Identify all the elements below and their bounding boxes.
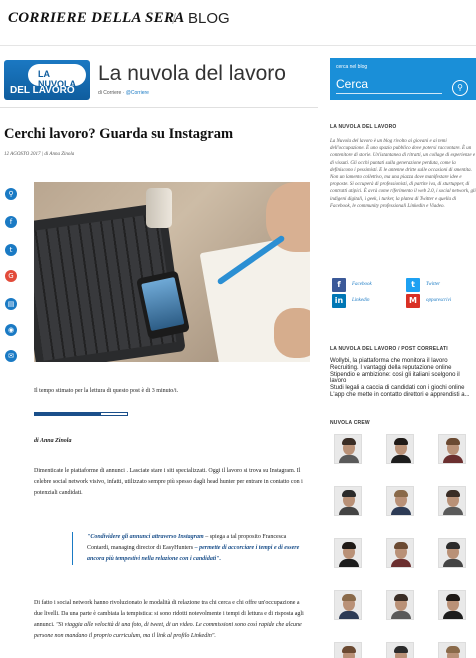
social-links-row-2: in Linkedin M oppurescrivi	[330, 292, 476, 312]
breadcrumb-separator: /	[172, 11, 177, 28]
linkedin-link[interactable]: Linkedin	[352, 298, 370, 303]
avatar-hair	[342, 438, 356, 445]
avatar-hair	[394, 542, 408, 549]
search-icon[interactable]: ⚲	[452, 80, 468, 96]
hand-illustration-2	[274, 308, 310, 358]
twitter-icon[interactable]: t	[406, 278, 420, 292]
crew-avatar[interactable]	[386, 642, 414, 658]
reading-progress-bar	[34, 412, 128, 416]
crew-avatar[interactable]	[438, 486, 466, 516]
blog-search: cerca nel blog ⚲	[330, 58, 476, 100]
article-paragraph-1: Dimenticate le piattaforme di annunci . …	[34, 468, 303, 496]
smartphone-screen	[141, 277, 185, 332]
article-paragraph-2: Di fatto i social network hanno rivoluzi…	[34, 598, 306, 642]
article-quote: "Condividere gli annunci attraverso Inst…	[72, 532, 308, 565]
crew-avatar[interactable]	[438, 642, 466, 658]
avatar-hair	[342, 542, 356, 549]
email-icon[interactable]: M	[406, 294, 420, 308]
crew-avatar[interactable]	[334, 590, 362, 620]
crew-avatar[interactable]	[334, 538, 362, 568]
post-meta: 12 AGOSTO 2017 | di Anna Zinola	[4, 152, 75, 157]
avatar-hair	[446, 646, 460, 653]
reading-time-note: Il tempo stimato per la lettura di quest…	[34, 388, 179, 394]
crew-avatar[interactable]	[438, 538, 466, 568]
related-post-link[interactable]: Wollybi, la piattaforma che monitora il …	[330, 358, 476, 365]
section-link-blog[interactable]: BLOG	[188, 10, 230, 27]
avatar-hair	[342, 490, 356, 497]
avatar-hair	[394, 646, 408, 653]
crew-avatar[interactable]	[334, 642, 362, 658]
related-post-link[interactable]: L'app che mette in contatto direttori e …	[330, 392, 476, 399]
print-icon[interactable]: ▤	[5, 298, 17, 310]
facebook-icon[interactable]: f	[5, 216, 17, 228]
logo-text-line2: DEL LAVORO	[10, 85, 75, 96]
avatar-body	[339, 507, 359, 515]
crew-avatar[interactable]	[438, 590, 466, 620]
avatar-body	[391, 611, 411, 619]
search-input[interactable]	[336, 74, 442, 94]
related-posts-heading: LA NUVOLA DEL LAVORO / POST CORRELATI	[330, 346, 448, 352]
search-label: cerca nel blog	[336, 64, 368, 70]
email-link[interactable]: oppurescrivi	[426, 298, 451, 303]
avatar-hair	[446, 542, 460, 549]
avatar-hair	[342, 594, 356, 601]
linkedin-icon[interactable]: in	[332, 294, 346, 308]
facebook-icon[interactable]: f	[332, 278, 346, 292]
twitter-link[interactable]: Twitter	[426, 282, 440, 287]
avatar-body	[391, 455, 411, 463]
site-logo[interactable]: CORRIERE DELLA SERA	[8, 10, 185, 27]
avatar-body	[391, 559, 411, 567]
blog-subtitle-prefix: di Corriere	[98, 90, 122, 96]
crew-heading: NUVOLA CREW	[330, 420, 370, 426]
avatar-body	[443, 507, 463, 515]
blog-title[interactable]: La nuvola del lavoro	[98, 62, 286, 86]
blog-logo[interactable]: LA NUVOLA DEL LAVORO	[4, 60, 90, 100]
quote-emphasis: "Condividere gli annunci attraverso Inst…	[87, 534, 204, 540]
crew-avatar[interactable]	[386, 434, 414, 464]
avatar-body	[339, 611, 359, 619]
blog-banner: LA NUVOLA DEL LAVORO La nuvola del lavor…	[0, 56, 318, 108]
avatar-hair	[394, 594, 408, 601]
related-post-link[interactable]: Stipendio e ambizione: così gli italiani…	[330, 372, 476, 386]
avatar-body	[443, 455, 463, 463]
related-post-link[interactable]: Recruiting. I vantaggi della reputazione…	[330, 365, 476, 372]
reading-progress-fill	[35, 413, 102, 415]
avatar-hair	[394, 490, 408, 497]
blog-subtitle: di Corriere · @Corriere	[98, 90, 149, 96]
avatar-body	[391, 507, 411, 515]
hero-image	[34, 182, 310, 362]
paragraph-2-quote: "Si viaggia alle velocità di una foto, d…	[34, 622, 302, 639]
cup-illustration	[146, 188, 172, 228]
email-icon[interactable]: ✉	[5, 350, 17, 362]
avatar-hair	[446, 438, 460, 445]
share-icon[interactable]: ⚲	[5, 188, 17, 200]
crew-avatar[interactable]	[438, 434, 466, 464]
avatar-body	[339, 455, 359, 463]
avatar-hair	[446, 594, 460, 601]
site-header: CORRIERE DELLA SERA / BLOG	[0, 0, 476, 46]
facebook-link[interactable]: Facebook	[352, 282, 372, 287]
avatar-body	[339, 559, 359, 567]
googleplus-icon[interactable]: G	[5, 270, 17, 282]
avatar-hair	[394, 438, 408, 445]
avatar-hair	[342, 646, 356, 653]
avatar-body	[443, 559, 463, 567]
audio-icon[interactable]: ◉	[5, 324, 17, 336]
crew-avatar[interactable]	[334, 486, 362, 516]
crew-avatar[interactable]	[386, 538, 414, 568]
blog-handle-link[interactable]: @Corriere	[126, 90, 149, 96]
article-author: di Anna Zinola	[34, 438, 72, 444]
twitter-icon[interactable]: t	[5, 244, 17, 256]
crew-avatar[interactable]	[386, 486, 414, 516]
related-post-link[interactable]: Studi legali a caccia di candidati con i…	[330, 385, 476, 392]
related-posts-list: Wollybi, la piattaforma che monitora il …	[330, 358, 476, 399]
avatar-body	[443, 611, 463, 619]
about-heading: LA NUVOLA DEL LAVORO	[330, 124, 397, 130]
post-title: Cerchi lavoro? Guarda su Instagram	[4, 126, 234, 142]
avatar-hair	[446, 490, 460, 497]
crew-avatar[interactable]	[334, 434, 362, 464]
crew-avatar[interactable]	[386, 590, 414, 620]
about-text: La Nuvola del lavoro è un blog rivolto a…	[330, 139, 476, 209]
